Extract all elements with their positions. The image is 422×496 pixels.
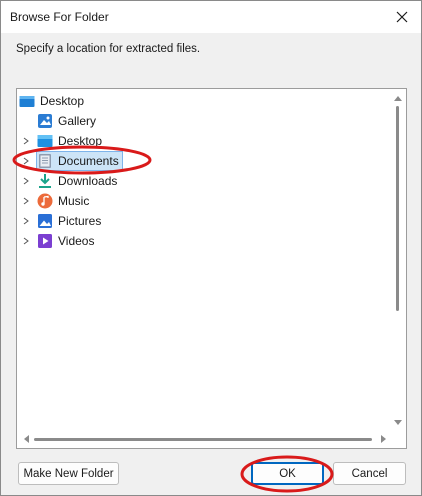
make-new-folder-button[interactable]: Make New Folder [18, 462, 119, 485]
ok-button[interactable]: OK [251, 462, 324, 485]
horizontal-scrollbar[interactable] [18, 431, 392, 447]
tree-label: Videos [58, 234, 95, 248]
tree-label: Desktop [40, 94, 85, 108]
chevron-right-icon[interactable] [21, 196, 31, 206]
desktop-icon [37, 133, 53, 149]
tree-item-desktop[interactable]: Desktop [37, 131, 102, 151]
horizontal-scroll-thumb[interactable] [34, 438, 372, 441]
gallery-icon [37, 113, 53, 129]
chevron-right-icon[interactable] [21, 176, 31, 186]
close-icon [396, 11, 408, 23]
browse-folder-dialog: Browse For Folder Specify a location for… [0, 0, 422, 496]
tree-item-music[interactable]: Music [37, 191, 89, 211]
cancel-button[interactable]: Cancel [333, 462, 406, 485]
window-title: Browse For Folder [10, 10, 109, 24]
downloads-icon [37, 173, 53, 189]
tree-label: Documents [58, 154, 119, 168]
tree-label: Gallery [58, 114, 97, 128]
scroll-up-icon[interactable] [391, 92, 405, 104]
tree-item-downloads[interactable]: Downloads [37, 171, 117, 191]
instruction-text: Specify a location for extracted files. [16, 43, 201, 55]
chevron-right-icon[interactable] [21, 136, 31, 146]
pictures-icon [37, 213, 53, 229]
tree-root-desktop[interactable]: Desktop [19, 91, 84, 111]
tree-label: Music [58, 194, 90, 208]
close-button[interactable] [387, 3, 417, 31]
chevron-right-icon[interactable] [21, 236, 31, 246]
tree-item-videos[interactable]: Videos [37, 231, 94, 251]
vertical-scroll-thumb[interactable] [396, 106, 399, 311]
documents-icon [37, 153, 53, 169]
scroll-right-icon[interactable] [378, 433, 390, 445]
folder-tree[interactable]: Desktop Gallery Desktop Documents Downlo… [16, 88, 407, 449]
videos-icon [37, 233, 53, 249]
vertical-scrollbar[interactable] [391, 90, 405, 431]
tree-item-documents[interactable]: Documents [37, 151, 119, 171]
chevron-right-icon[interactable] [21, 216, 31, 226]
tree-label: Downloads [58, 174, 118, 188]
tree-item-pictures[interactable]: Pictures [37, 211, 101, 231]
chevron-right-icon[interactable] [21, 156, 31, 166]
scroll-down-icon[interactable] [391, 417, 405, 429]
tree-item-gallery[interactable]: Gallery [37, 111, 96, 131]
title-bar: Browse For Folder [1, 1, 421, 33]
tree-label: Pictures [58, 214, 102, 228]
music-icon [37, 193, 53, 209]
desktop-folder-icon [19, 93, 35, 109]
scroll-left-icon[interactable] [20, 433, 32, 445]
tree-label: Desktop [58, 134, 103, 148]
